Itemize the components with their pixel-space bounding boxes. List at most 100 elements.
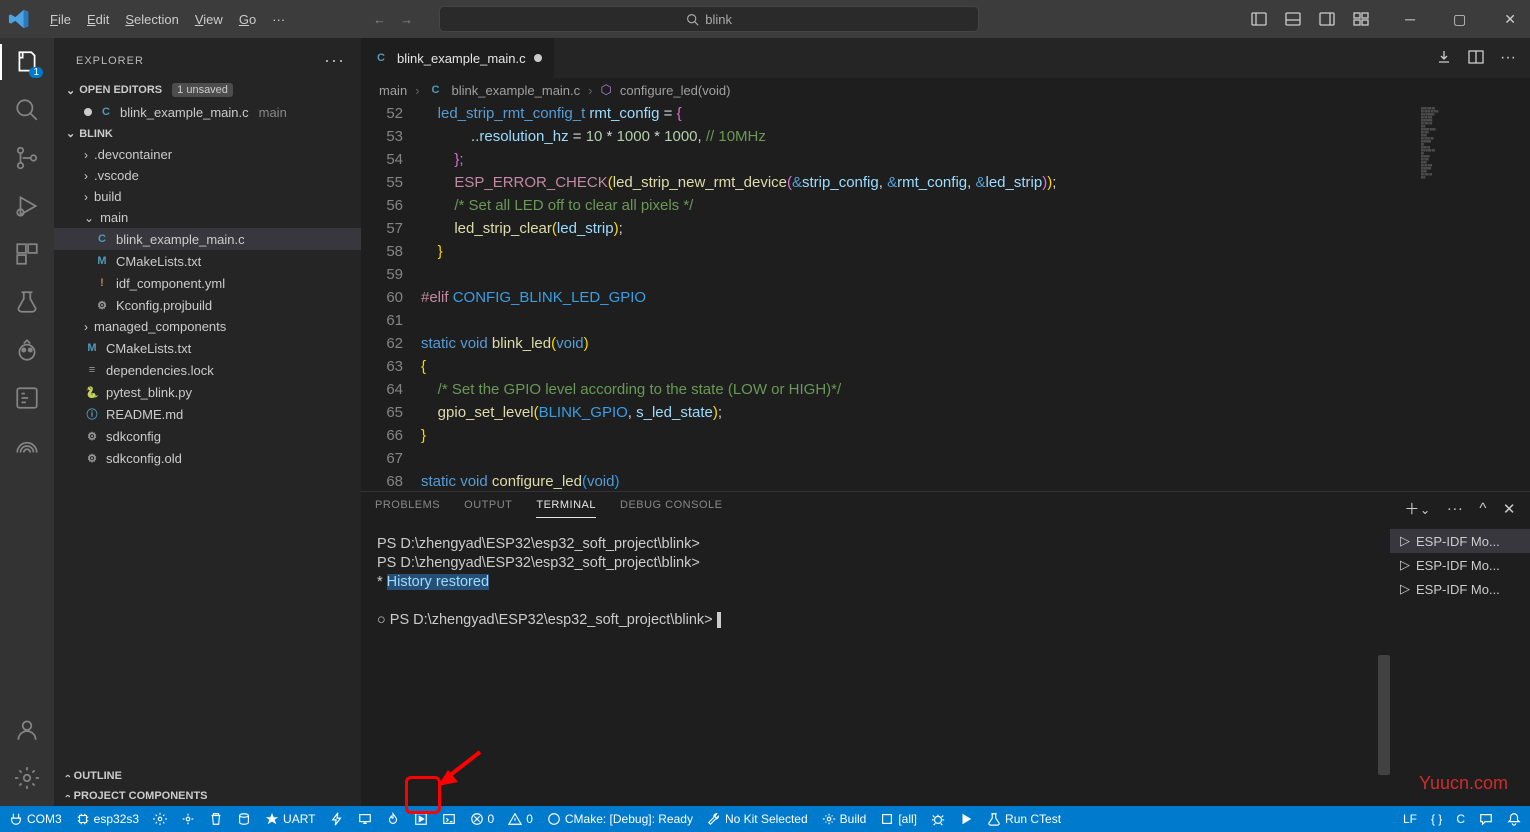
sb-target[interactable]: [all] [873,812,924,826]
tree-item[interactable]: 🐍pytest_blink.py [54,381,361,403]
tab-problems[interactable]: PROBLEMS [375,499,440,518]
menu-file[interactable]: File [42,8,79,31]
activity-hex-icon[interactable] [13,384,41,412]
sb-bell-icon[interactable] [1500,812,1528,826]
tree-item[interactable]: !idf_component.yml [54,272,361,294]
menu-more-icon[interactable]: ··· [264,8,293,31]
project-header[interactable]: ⌄ BLINK [54,123,361,144]
menu-go[interactable]: Go [231,8,264,31]
terminal[interactable]: PS D:\zhengyad\ESP32\esp32_soft_project\… [361,525,1376,806]
activity-account-icon[interactable] [13,716,41,744]
tab-output[interactable]: OUTPUT [464,499,512,518]
sb-play[interactable] [952,812,980,826]
activity-extensions-icon[interactable] [13,240,41,268]
activity-rainbow-icon[interactable] [13,432,41,460]
tree-item[interactable]: ›build [54,186,361,207]
minimap[interactable]: ████ ███ ████ ████ ██ ██████ ████████ ██… [1415,102,1530,491]
tree-item[interactable]: MCMakeLists.txt [54,250,361,272]
split-editor-icon[interactable] [1468,49,1484,67]
layout-panel-icon[interactable] [1285,11,1301,27]
sb-plug[interactable]: COM3 [2,812,69,826]
terminal-item[interactable]: ▷ESP-IDF Mo... [1390,577,1530,601]
activity-settings-icon[interactable] [13,764,41,792]
nav-forward-icon[interactable]: → [400,12,413,27]
tree-item[interactable]: ›.vscode [54,165,361,186]
sb-db[interactable] [230,812,258,826]
sb-runbox[interactable] [407,812,435,826]
command-search[interactable]: blink [439,6,979,32]
sb-eol[interactable]: LF [1396,812,1424,826]
sb-star[interactable]: UART [258,812,322,826]
panel-more-icon[interactable]: ··· [1447,500,1464,517]
sb-gearb[interactable]: Build [815,812,874,826]
layout-grid-icon[interactable] [1353,11,1369,27]
sb-flash[interactable] [323,812,351,826]
sb-info[interactable]: CMake: [Debug]: Ready [540,812,700,826]
tree-item[interactable]: ⚙sdkconfig [54,425,361,447]
panel-close-icon[interactable]: ✕ [1503,500,1516,518]
download-icon[interactable] [1436,49,1452,67]
menu-edit[interactable]: Edit [79,8,117,31]
sb-bug[interactable] [924,812,952,826]
layout-side-icon[interactable] [1251,11,1267,27]
bc-symbol[interactable]: configure_led(void) [620,83,731,98]
open-editors-header[interactable]: ⌄ OPEN EDITORS 1 unsaved [54,79,361,101]
tree-item[interactable]: ⓘREADME.md [54,403,361,425]
editor-tab[interactable]: C blink_example_main.c [361,38,555,78]
tree-item[interactable]: ⚙Kconfig.projbuild [54,294,361,316]
sb-flame[interactable] [379,812,407,826]
panel-maximize-icon[interactable]: ^ [1479,500,1487,517]
tree-item[interactable]: MCMakeLists.txt [54,337,361,359]
menu-view[interactable]: View [187,8,231,31]
tree-item[interactable]: ⚙sdkconfig.old [54,447,361,469]
activity-search-icon[interactable] [13,96,41,124]
sb-gear2[interactable] [174,812,202,826]
editor-more-icon[interactable]: ··· [1500,49,1516,67]
code-area[interactable]: 5253545556575859606162636465666768 led_s… [361,102,1530,491]
tree-item[interactable]: ›managed_components [54,316,361,337]
scrollbar-thumb[interactable] [1378,655,1390,775]
sb-monitor[interactable] [351,812,379,826]
tree-item[interactable]: ≡dependencies.lock [54,359,361,381]
sb-trash[interactable] [202,812,230,826]
breadcrumbs[interactable]: main › C blink_example_main.c › ⬡ config… [361,78,1530,102]
tree-item[interactable]: ›.devcontainer [54,144,361,165]
bc-file[interactable]: blink_example_main.c [452,83,581,98]
tree-item[interactable]: ⌄main [54,207,361,228]
sb-lang-braces[interactable]: { } [1424,812,1449,826]
sb-err[interactable]: 0 [463,812,502,826]
bc-folder[interactable]: main [379,83,407,98]
window-minimize-icon[interactable]: ─ [1399,7,1421,32]
sb-warn[interactable]: 0 [501,812,540,826]
activity-platformio-icon[interactable] [13,336,41,364]
project-components-header[interactable]: › PROJECT COMPONENTS [54,786,361,806]
sb-wrench[interactable]: No Kit Selected [700,812,815,826]
activity-debug-icon[interactable] [13,192,41,220]
activity-explorer-icon[interactable]: 1 [13,48,41,76]
window-close-icon[interactable]: ✕ [1498,7,1522,32]
tree-item[interactable]: Cblink_example_main.c [54,228,361,250]
activity-test-icon[interactable] [13,288,41,316]
terminal-scrollbar[interactable] [1376,525,1390,806]
sb-lang[interactable]: C [1449,812,1472,826]
tab-terminal[interactable]: TERMINAL [536,499,596,518]
nav-back-icon[interactable]: ← [373,12,386,27]
sb-feedback-icon[interactable] [1472,812,1500,826]
code-content[interactable]: led_strip_rmt_config_t rmt_config = { ..… [421,102,1415,491]
terminal-item[interactable]: ▷ESP-IDF Mo... [1390,529,1530,553]
window-maximize-icon[interactable]: ▢ [1447,7,1472,32]
outline-header[interactable]: › OUTLINE [54,766,361,786]
sidebar-more-icon[interactable]: ··· [324,50,345,71]
tab-debug-console[interactable]: DEBUG CONSOLE [620,499,722,518]
open-editor-file[interactable]: C blink_example_main.c main [54,101,361,123]
project-name: BLINK [79,128,113,140]
sb-gear[interactable] [146,812,174,826]
sb-chip[interactable]: esp32s3 [69,812,146,826]
menu-selection[interactable]: Selection [117,8,186,31]
layout-right-icon[interactable] [1319,11,1335,27]
terminal-item[interactable]: ▷ESP-IDF Mo... [1390,553,1530,577]
sb-beaker[interactable]: Run CTest [980,812,1068,826]
new-terminal-icon[interactable]: ＋⌄ [1404,498,1431,519]
activity-scm-icon[interactable] [13,144,41,172]
sb-term[interactable] [435,812,463,826]
